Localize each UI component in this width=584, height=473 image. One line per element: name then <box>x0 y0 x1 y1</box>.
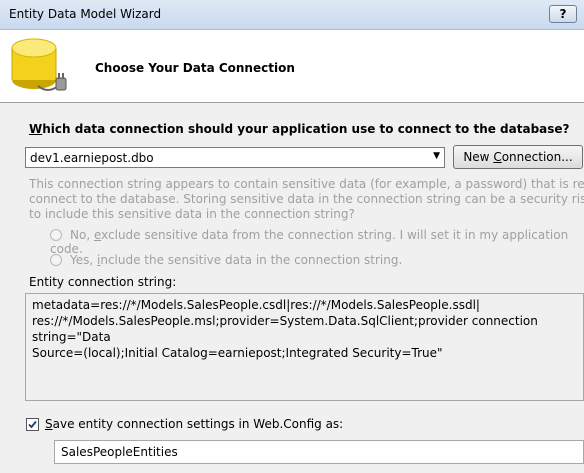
save-settings-checkbox[interactable] <box>26 418 39 431</box>
new-connection-prefix: New <box>463 150 494 164</box>
database-plug-icon <box>11 38 67 91</box>
connection-select[interactable]: dev1.earniepost.dbo ▼ <box>25 147 445 168</box>
connection-question: Which data connection should your applic… <box>29 122 570 136</box>
connection-select-value: dev1.earniepost.dbo <box>30 151 154 165</box>
new-connection-suffix: onnection... <box>501 150 573 164</box>
include-radio[interactable] <box>50 254 62 266</box>
exclude-post: xclude sensitive data from the connectio… <box>50 228 569 256</box>
question-text: hich data connection should your applica… <box>42 122 570 136</box>
window-title: Entity Data Model Wizard <box>9 7 162 21</box>
conn-line-1: metadata=res://*/Models.SalesPeople.csdl… <box>32 298 480 312</box>
new-connection-button[interactable]: New Connection... <box>453 145 583 169</box>
conn-line-2: res://*/Models.SalesPeople.msl;provider=… <box>32 314 538 344</box>
exclude-pre: No, <box>70 228 94 242</box>
save-accel: S <box>45 417 53 431</box>
save-settings-row[interactable]: Save entity connection settings in Web.C… <box>26 417 343 431</box>
exclude-sensitive-option[interactable]: No, exclude sensitive data from the conn… <box>50 228 584 256</box>
note-line-1: This connection string appears to contai… <box>29 177 584 191</box>
save-label: ave entity connection settings in Web.Co… <box>52 417 344 431</box>
checkmark-icon <box>28 420 37 429</box>
page-heading: Choose Your Data Connection <box>95 61 295 75</box>
question-accel: W <box>29 122 43 136</box>
include-post: nclude the sensitive data in the connect… <box>100 253 403 267</box>
sensitive-data-note: This connection string appears to contai… <box>29 177 584 222</box>
chevron-down-icon[interactable]: ▼ <box>433 151 440 161</box>
conn-line-3: Source=(local);Initial Catalog=earniepos… <box>32 346 443 360</box>
note-line-3: to include this sensitive data in the co… <box>29 207 355 221</box>
exclude-radio[interactable] <box>50 229 62 241</box>
entity-connection-string[interactable]: metadata=res://*/Models.SalesPeople.csdl… <box>25 293 584 401</box>
note-line-2: connect to the database. Storing sensiti… <box>29 192 584 206</box>
entities-name-field[interactable]: SalesPeopleEntities <box>54 440 584 464</box>
help-button[interactable]: ? <box>549 5 577 23</box>
new-connection-accel: C <box>493 150 502 164</box>
include-sensitive-option[interactable]: Yes, include the sensitive data in the c… <box>50 253 402 267</box>
include-pre: Yes, <box>70 253 97 267</box>
entity-connection-label: Entity connection string: <box>29 275 177 289</box>
wizard-header: Choose Your Data Connection <box>0 30 584 103</box>
title-bar: Entity Data Model Wizard ? <box>0 0 584 30</box>
